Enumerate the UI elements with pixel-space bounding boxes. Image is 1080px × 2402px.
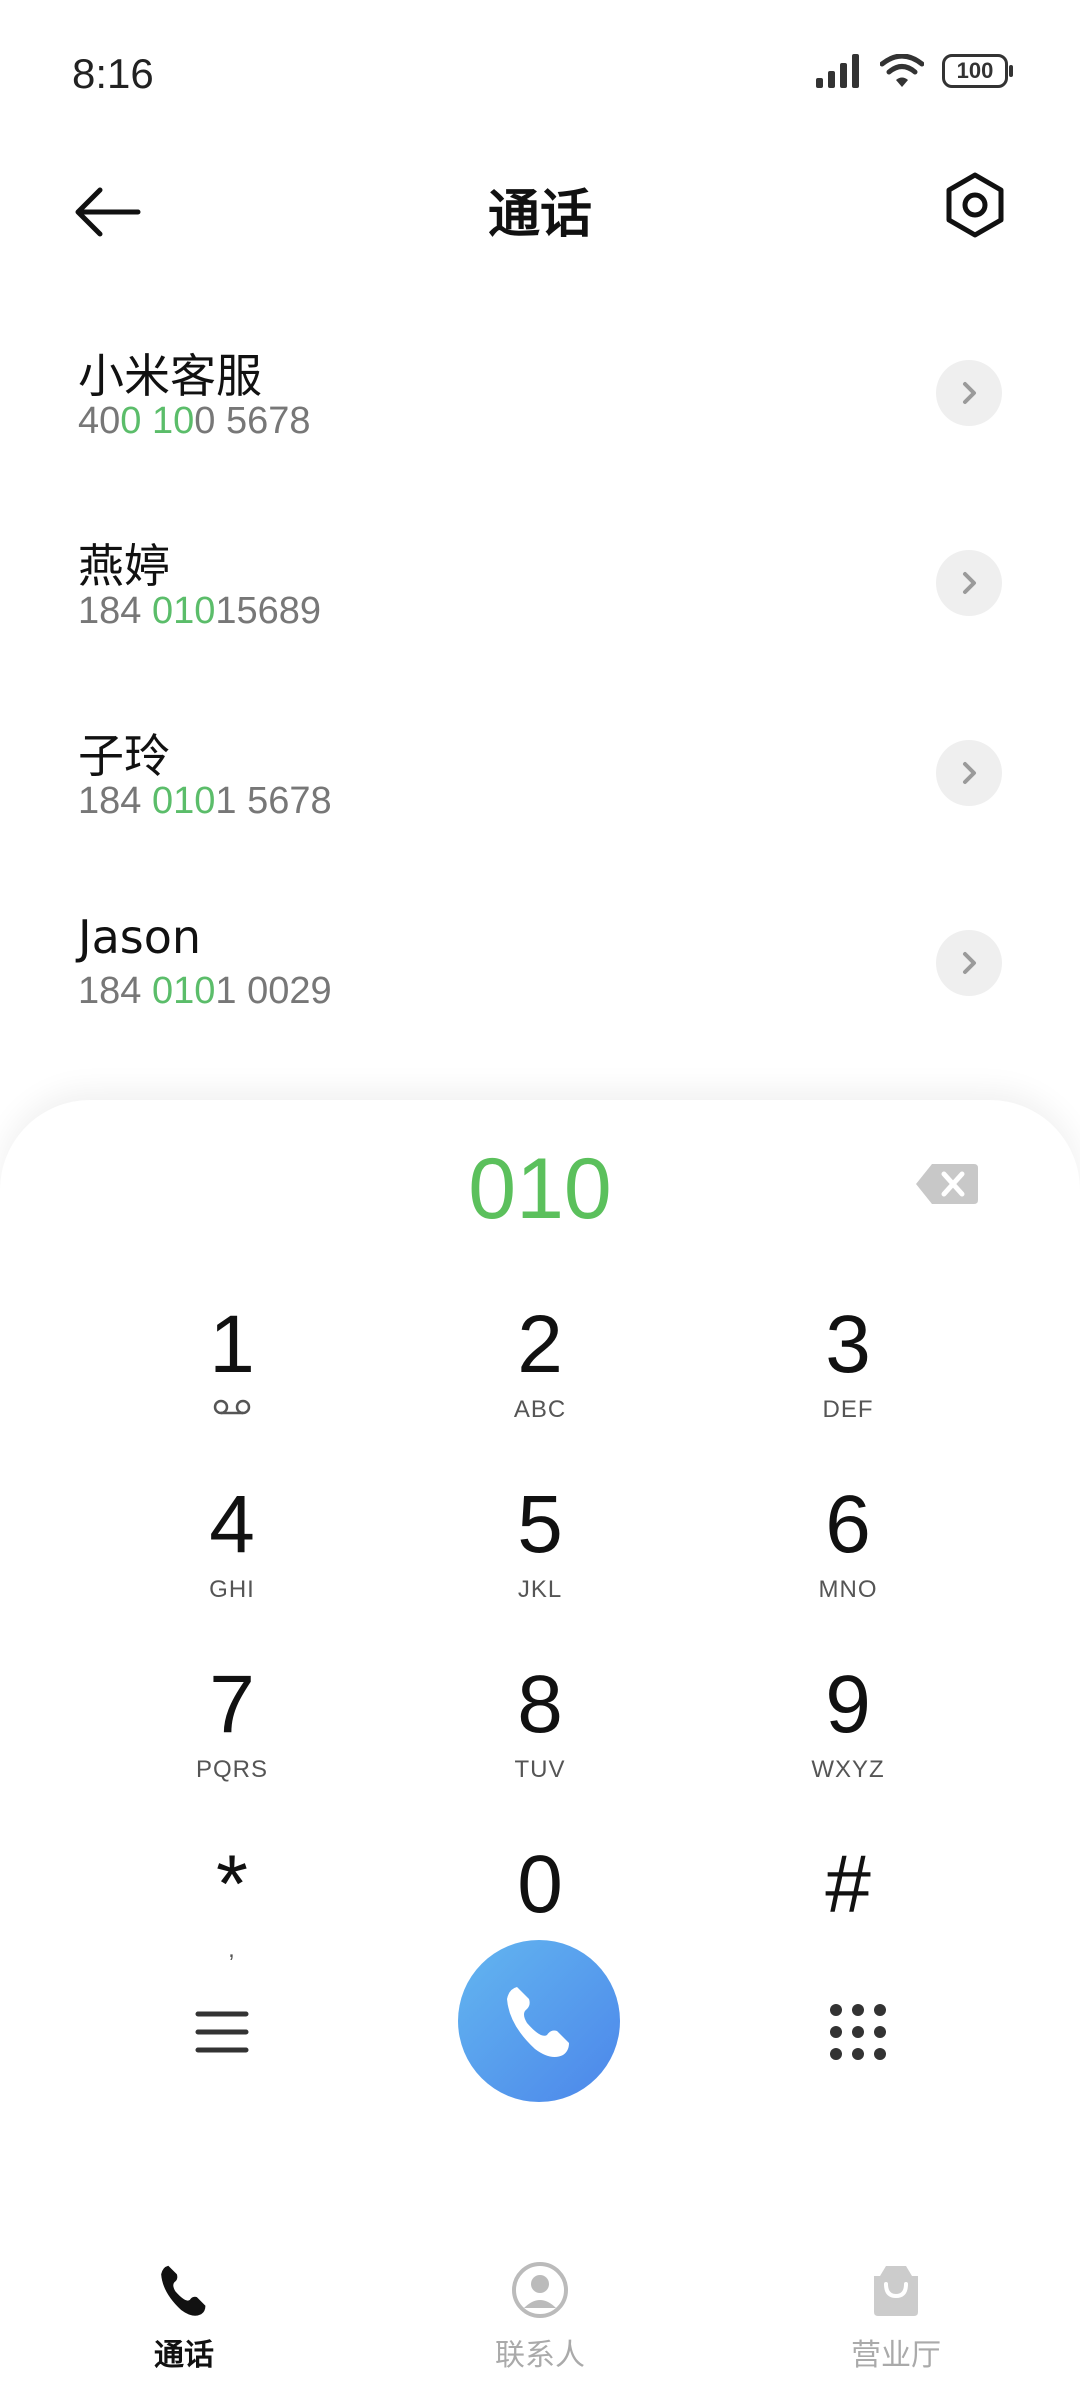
- call-button[interactable]: [458, 1940, 620, 2102]
- contact-detail-button[interactable]: [936, 930, 1002, 996]
- number-segment: 1 5678: [215, 780, 332, 822]
- contact-detail-button[interactable]: [936, 740, 1002, 806]
- chevron-right-icon: [963, 572, 976, 594]
- number-segment: 184: [78, 970, 152, 1012]
- menu-icon: [195, 2011, 249, 2053]
- key-digit: 9: [825, 1659, 871, 1750]
- header: 通话: [0, 160, 1080, 260]
- chevron-right-icon: [963, 952, 976, 974]
- key-1[interactable]: 1: [112, 1300, 352, 1450]
- phone-icon: [161, 2265, 206, 2316]
- key-letters: PQRS: [195, 1756, 268, 1783]
- nav-tab-contacts[interactable]: 联系人: [440, 2260, 640, 2374]
- number-segment: 184: [78, 590, 152, 632]
- number-match-highlight: 010: [151, 590, 216, 632]
- key-8[interactable]: 8 TUV: [420, 1660, 660, 1810]
- key-digit: 8: [517, 1659, 563, 1750]
- contact-number: 184 0101 0029: [78, 970, 332, 1013]
- dialpad-grid-icon: [830, 2004, 886, 2060]
- key-9[interactable]: 9 WXYZ: [728, 1660, 968, 1810]
- key-digit: #: [825, 1839, 871, 1930]
- number-match-highlight: 0: [120, 400, 142, 442]
- settings-button[interactable]: [940, 170, 1010, 240]
- key-5[interactable]: 5 JKL: [420, 1480, 660, 1630]
- number-match-highlight: 010: [151, 780, 216, 822]
- contact-detail-button[interactable]: [936, 360, 1002, 426]
- phone-icon: [507, 1987, 569, 2057]
- key-3[interactable]: 3 DEF: [728, 1300, 968, 1450]
- key-6[interactable]: 6 MNO: [728, 1480, 968, 1630]
- key-digit: 4: [209, 1479, 255, 1570]
- key-digit: 5: [517, 1479, 563, 1570]
- status-icons: 100: [816, 54, 1013, 88]
- number-segment: 184: [78, 780, 152, 822]
- signal-icon: [816, 54, 859, 88]
- number-segment: 40: [78, 400, 121, 442]
- battery-icon: 100: [942, 54, 1013, 88]
- key-4[interactable]: 4 GHI: [112, 1480, 352, 1630]
- key-digit: 0: [517, 1839, 563, 1930]
- back-button[interactable]: [72, 182, 142, 242]
- contact-name: Jason: [78, 910, 202, 964]
- contact-name: 子玲: [78, 729, 170, 783]
- key-7[interactable]: 7 PQRS: [112, 1660, 352, 1810]
- contact-result[interactable]: 小米客服 400 100 5678: [0, 300, 1080, 490]
- backspace-button[interactable]: [914, 1162, 980, 1206]
- key-2[interactable]: 2 ABC: [420, 1300, 660, 1450]
- key-letters: JKL: [517, 1576, 563, 1603]
- status-bar: 8:16 100: [0, 0, 1080, 150]
- nav-label: 营业厅: [851, 2338, 941, 2373]
- key-letters: DEF: [822, 1396, 874, 1423]
- person-icon: [512, 2262, 568, 2318]
- contact-result[interactable]: Jason 184 0101 0029: [0, 870, 1080, 1060]
- number-segment: 1 0029: [215, 970, 332, 1012]
- number-match-highlight: 010: [151, 970, 216, 1012]
- dialpad-panel: 010 1 2 ABC 3 DEF 4 GHI 5 JKL 6 MNO 7 PQRS 8 TUV 9 WXYZ *…: [0, 1100, 1080, 2402]
- key-digit: 7: [209, 1659, 255, 1750]
- number-segment: 15689: [215, 590, 322, 632]
- dial-action-row: [0, 1940, 1080, 2120]
- voicemail-icon: [112, 1396, 352, 1424]
- contact-results-list: 小米客服 400 100 5678 燕婷 184 01015689 子玲 184 01…: [0, 300, 1080, 1060]
- key-digit: *: [216, 1839, 248, 1930]
- battery-level: 100: [956, 58, 994, 83]
- keypad-toggle-button[interactable]: [826, 2000, 890, 2064]
- contact-result[interactable]: 燕婷 184 01015689: [0, 490, 1080, 680]
- wifi-icon: [880, 54, 924, 87]
- number-match-highlight: 10: [151, 400, 195, 442]
- key-letters: GHI: [209, 1576, 255, 1603]
- backspace-icon: [916, 1164, 978, 1204]
- contact-number: 400 100 5678: [78, 400, 311, 443]
- key-digit: 3: [825, 1299, 871, 1390]
- contact-number: 184 01015689: [78, 590, 321, 633]
- key-digit: 6: [825, 1479, 871, 1570]
- key-letters: ABC: [513, 1396, 567, 1423]
- key-digit: 1: [209, 1299, 255, 1390]
- contact-detail-button[interactable]: [936, 550, 1002, 616]
- gear-icon: [946, 172, 1004, 238]
- bottom-nav: 通话 联系人 营业厅: [0, 2250, 1080, 2402]
- nav-tab-store[interactable]: 营业厅: [796, 2260, 996, 2374]
- menu-button[interactable]: [190, 2000, 254, 2064]
- key-digit: 2: [517, 1299, 563, 1390]
- key-letters: WXYZ: [811, 1756, 885, 1783]
- back-arrow-icon: [75, 187, 141, 237]
- number-segment: [141, 400, 152, 442]
- key-letters: MNO: [818, 1576, 878, 1603]
- contact-result[interactable]: 子玲 184 0101 5678: [0, 680, 1080, 870]
- chevron-right-icon: [963, 762, 976, 784]
- page-title: 通话: [487, 185, 592, 245]
- shopping-bag-icon: [874, 2266, 918, 2316]
- nav-tab-calls[interactable]: 通话: [84, 2260, 284, 2374]
- contact-name: 小米客服: [78, 349, 262, 403]
- key-letters: TUV: [514, 1756, 566, 1783]
- contact-name: 燕婷: [78, 539, 170, 593]
- nav-label: 通话: [154, 2338, 214, 2373]
- contact-number: 184 0101 5678: [78, 780, 332, 823]
- number-segment: 0 5678: [194, 400, 311, 442]
- nav-label: 联系人: [495, 2338, 585, 2373]
- status-time: 8:16: [72, 50, 154, 97]
- chevron-right-icon: [963, 382, 976, 404]
